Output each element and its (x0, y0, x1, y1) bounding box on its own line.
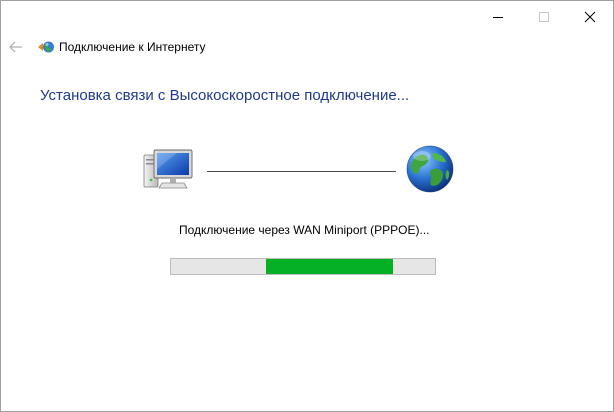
back-arrow-icon (9, 41, 22, 53)
close-icon (584, 11, 596, 22)
back-button (5, 36, 27, 58)
status-text: Подключение через WAN Miniport (PPPOE)..… (179, 223, 430, 237)
page-heading: Установка связи с Высокоскоростное подкл… (40, 87, 410, 104)
minimize-button[interactable] (475, 1, 521, 32)
navigation-bar: Подключение к Интернету (1, 32, 613, 62)
window-title: Подключение к Интернету (59, 40, 206, 54)
progress-bar-fill (266, 259, 393, 274)
minimize-icon (493, 16, 503, 18)
connection-window: Подключение к Интернету Установка связи … (0, 0, 614, 412)
progress-bar (170, 258, 436, 275)
connection-line (207, 171, 396, 172)
maximize-icon (539, 11, 549, 22)
network-globe-icon (38, 41, 54, 53)
computer-icon (143, 149, 193, 189)
globe-icon (406, 145, 454, 193)
maximize-button (521, 1, 567, 32)
title-bar (1, 1, 613, 32)
close-button[interactable] (567, 1, 613, 32)
